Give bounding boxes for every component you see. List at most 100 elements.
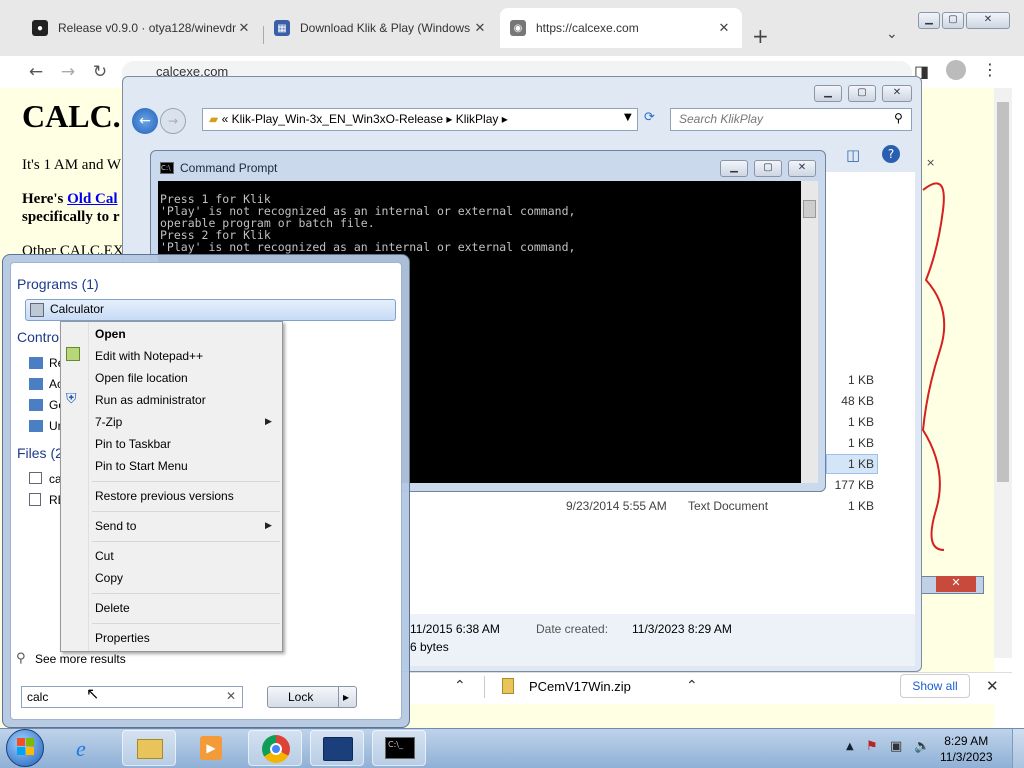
- explorer-maximize-button[interactable]: ▢: [848, 85, 876, 102]
- folder-icon: [137, 739, 163, 759]
- chrome-minimize-button[interactable]: ▁: [918, 12, 940, 29]
- file-type: Text Document: [688, 499, 769, 513]
- cmd-app-icon: C:\_: [385, 737, 415, 759]
- background-window-close-button[interactable]: ✕: [936, 576, 976, 592]
- programs-header: Programs (1): [17, 276, 99, 292]
- file-date: 9/23/2014 5:55 AM: [566, 499, 667, 513]
- back-arrow-icon[interactable]: ←: [26, 62, 46, 82]
- taskbar-explorer[interactable]: [122, 730, 176, 766]
- control-panel-header: Contro: [17, 329, 60, 345]
- cmd-scrollbar[interactable]: [801, 181, 818, 483]
- menu-run-as-admin[interactable]: Run as administrator: [95, 393, 206, 407]
- search-icon: ⚲: [16, 651, 26, 666]
- files-header: Files (2: [17, 445, 63, 461]
- calculator-result[interactable]: Calculator: [25, 299, 396, 321]
- profile-avatar[interactable]: [946, 60, 966, 80]
- tab-calcexe[interactable]: ◉ https://calcexe.com ✕: [500, 8, 742, 48]
- menu-7zip[interactable]: 7-Zip: [95, 415, 122, 429]
- chrome-maximize-button[interactable]: ▢: [942, 12, 964, 29]
- close-tab-icon[interactable]: ✕: [236, 20, 252, 36]
- refresh-icon[interactable]: ⟳: [644, 110, 655, 125]
- show-all-button[interactable]: Show all: [900, 674, 970, 698]
- menu-separator: [92, 623, 280, 624]
- menu-restore-versions[interactable]: Restore previous versions: [95, 489, 234, 503]
- page-red-scribble: [921, 182, 946, 551]
- search-icon[interactable]: ⚲: [894, 111, 903, 125]
- menu-open-file-location[interactable]: Open file location: [95, 371, 188, 385]
- explorer-search-input[interactable]: Search KlikPlay: [670, 108, 912, 131]
- help-icon[interactable]: ?: [882, 145, 900, 163]
- system-clock[interactable]: 8:29 AM 11/3/2023: [940, 733, 993, 765]
- menu-copy[interactable]: Copy: [95, 571, 123, 585]
- menu-send-to[interactable]: Send to: [95, 519, 136, 533]
- file-size: 1 KB: [847, 499, 874, 513]
- explorer-forward-icon[interactable]: →: [160, 108, 186, 134]
- reload-icon[interactable]: ↻: [90, 62, 110, 82]
- menu-cut[interactable]: Cut: [95, 549, 114, 563]
- taskbar-calculator[interactable]: [310, 730, 364, 766]
- tab-winevdm[interactable]: ● Release v0.9.0 · otya128/winevdm ✕: [22, 8, 262, 48]
- clock-time: 8:29 AM: [944, 734, 989, 748]
- action-center-icon[interactable]: ⚑: [866, 739, 878, 754]
- menu-separator: [92, 511, 280, 512]
- taskbar-media-player[interactable]: ▶: [184, 730, 238, 766]
- details-size: 6 bytes: [410, 640, 449, 654]
- show-desktop-button[interactable]: [1012, 729, 1024, 768]
- tab-search-chevron-icon[interactable]: ⌄: [886, 26, 898, 42]
- download-chevron-up-icon[interactable]: ⌃: [454, 678, 466, 694]
- start-button[interactable]: [6, 729, 44, 767]
- taskbar-cmd[interactable]: C:\_: [372, 730, 426, 766]
- forward-arrow-icon[interactable]: →: [58, 62, 78, 82]
- tab-klikplay[interactable]: ▦ Download Klik & Play (Windows ✕: [264, 8, 498, 48]
- taskbar-chrome[interactable]: [248, 730, 302, 766]
- address-dropdown-icon[interactable]: ▼: [624, 112, 632, 123]
- old-calc-link[interactable]: Old Cal: [67, 191, 117, 207]
- windows-logo-icon: [17, 747, 25, 755]
- explorer-minimize-button[interactable]: ▁: [814, 85, 842, 102]
- windows-logo-icon: [26, 747, 34, 755]
- page-title: CALC.: [22, 98, 121, 134]
- page-scrollbar-thumb[interactable]: [997, 102, 1009, 482]
- preview-pane-icon[interactable]: ◫: [846, 146, 860, 164]
- download-divider: [484, 676, 485, 698]
- taskbar-ie[interactable]: e: [62, 730, 116, 766]
- close-tab-icon[interactable]: ✕: [716, 20, 732, 36]
- clear-search-icon[interactable]: ✕: [226, 689, 236, 703]
- chrome-menu-icon[interactable]: ⋮: [982, 60, 998, 79]
- new-tab-button[interactable]: +: [752, 24, 769, 48]
- close-tab-icon[interactable]: ✕: [472, 20, 488, 36]
- explorer-back-icon[interactable]: ←: [132, 108, 158, 134]
- start-search-input[interactable]: calc: [21, 686, 243, 708]
- network-icon[interactable]: ▣: [890, 739, 902, 754]
- breadcrumb-overflow[interactable]: «: [222, 112, 229, 126]
- control-panel-icon: [29, 420, 43, 432]
- menu-edit-notepad[interactable]: Edit with Notepad++: [95, 349, 203, 363]
- windows-logo-icon: [17, 738, 25, 746]
- download-chevron-up-icon[interactable]: ⌃: [686, 678, 698, 694]
- download-filename[interactable]: PCemV17Win.zip: [529, 679, 631, 694]
- github-icon: ●: [32, 20, 48, 36]
- menu-properties[interactable]: Properties: [95, 631, 150, 645]
- page-close-icon[interactable]: ×: [926, 156, 935, 169]
- breadcrumb-item[interactable]: Klik-Play_Win-3x_EN_Win3xO-Release: [232, 112, 443, 126]
- menu-pin-start[interactable]: Pin to Start Menu: [95, 459, 188, 473]
- menu-delete[interactable]: Delete: [95, 601, 130, 615]
- menu-open[interactable]: Open: [95, 327, 126, 341]
- close-downloads-icon[interactable]: ✕: [986, 677, 999, 695]
- cmd-close-button[interactable]: ✕: [788, 160, 816, 177]
- cmd-minimize-button[interactable]: ▁: [720, 160, 748, 177]
- see-more-results-link[interactable]: See more results: [35, 652, 126, 666]
- klikplay-site-icon: ▦: [274, 20, 290, 36]
- breadcrumb-item[interactable]: KlikPlay: [456, 112, 499, 126]
- cmd-scrollbar-thumb[interactable]: [803, 200, 816, 218]
- cmd-maximize-button[interactable]: ▢: [754, 160, 782, 177]
- show-hidden-icons[interactable]: ▲: [846, 741, 854, 752]
- explorer-close-button[interactable]: ✕: [882, 85, 912, 102]
- volume-icon[interactable]: 🔈: [914, 739, 930, 754]
- explorer-address-bar[interactable]: ▰ « Klik-Play_Win-3x_EN_Win3xO-Release ▸…: [202, 108, 638, 131]
- lock-options-arrow[interactable]: ▸: [343, 690, 349, 704]
- page-intro-text: It's 1 AM and W: [22, 157, 122, 173]
- chrome-close-button[interactable]: ✕: [966, 12, 1010, 29]
- menu-pin-taskbar[interactable]: Pin to Taskbar: [95, 437, 171, 451]
- lock-button[interactable]: Lock ▸: [267, 686, 357, 708]
